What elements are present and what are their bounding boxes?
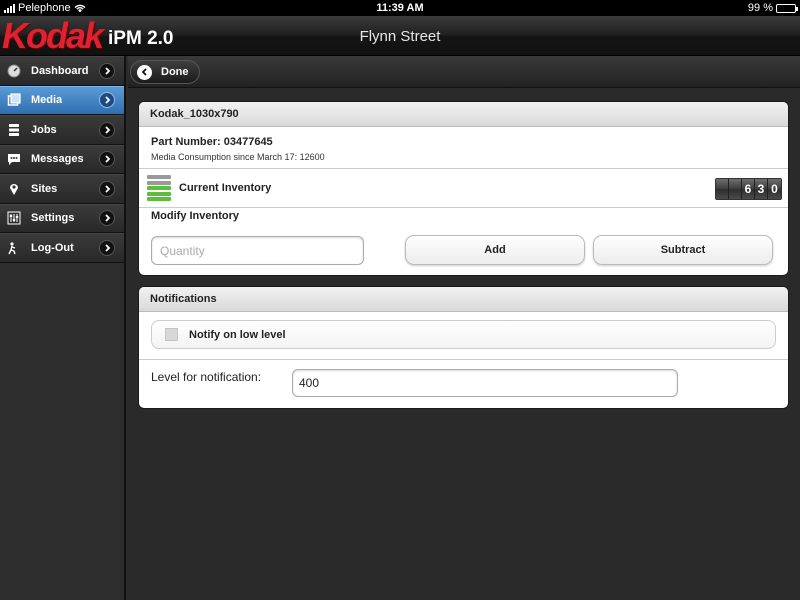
part-info: Part Number: 03477645 Media Consumption … xyxy=(139,127,788,169)
notify-row: Notify on low level xyxy=(139,312,788,360)
counter-digit: 6 xyxy=(742,179,755,199)
logout-icon xyxy=(7,241,21,255)
media-consumption: Media Consumption since March 17: 12600 xyxy=(151,152,325,162)
sidebar-item-log-out[interactable]: Log-Out xyxy=(0,233,124,263)
sidebar-item-label: Media xyxy=(31,94,63,107)
sidebar-item-label: Log-Out xyxy=(31,241,74,254)
chevron-right-icon xyxy=(99,210,115,227)
chevron-right-icon xyxy=(99,62,115,79)
level-label: Level for notification: xyxy=(151,370,262,384)
sidebar-item-label: Dashboard xyxy=(31,64,89,77)
chevron-left-icon xyxy=(137,64,152,80)
add-button[interactable]: Add xyxy=(405,235,585,265)
inventory-stack-icon xyxy=(147,175,171,201)
battery-group: 99 % xyxy=(747,2,798,14)
page-title: Flynn Street xyxy=(359,28,441,45)
sidebar-item-dashboard[interactable]: Dashboard xyxy=(0,56,124,86)
sidebar-item-settings[interactable]: Settings xyxy=(0,203,124,233)
sites-icon xyxy=(7,182,21,196)
notify-low-level-toggle[interactable]: Notify on low level xyxy=(151,320,776,349)
chevron-right-icon xyxy=(99,92,115,109)
current-inventory-row: Current Inventory 630 xyxy=(139,169,788,208)
app-header: Kodak iPM 2.0 Flynn Street xyxy=(0,16,800,56)
chevron-right-icon xyxy=(99,121,115,138)
inventory-counter: 630 xyxy=(715,178,782,200)
chevron-right-icon xyxy=(99,151,115,168)
notify-low-level-label: Notify on low level xyxy=(189,328,286,341)
counter-digit: 0 xyxy=(768,179,781,199)
sidebar-item-messages[interactable]: Messages xyxy=(0,144,124,174)
sidebar: Dashboard Media Jobs Messages Sites Settings L… xyxy=(0,56,126,600)
sidebar-item-label: Sites xyxy=(31,182,58,195)
sidebar-item-label: Messages xyxy=(31,153,84,166)
level-input[interactable] xyxy=(292,369,678,397)
current-inventory-label: Current Inventory xyxy=(179,182,272,194)
done-button[interactable]: Done xyxy=(130,60,200,84)
status-time: 11:39 AM xyxy=(376,2,424,14)
counter-digit xyxy=(716,179,729,199)
status-bar: Pelephone 11:39 AM 99 % xyxy=(0,0,800,16)
notifications-title: Notifications xyxy=(139,287,788,312)
sidebar-item-media[interactable]: Media xyxy=(0,85,124,115)
dashboard-icon xyxy=(7,64,21,78)
level-row: Level for notification: xyxy=(139,360,788,405)
sidebar-item-sites[interactable]: Sites xyxy=(0,174,124,204)
media-panel: Kodak_1030x790 Part Number: 03477645 Med… xyxy=(138,101,789,276)
chevron-right-icon xyxy=(99,180,115,197)
sidebar-item-label: Jobs xyxy=(31,123,57,136)
messages-icon xyxy=(7,152,21,166)
main-content: Kodak_1030x790 Part Number: 03477645 Med… xyxy=(128,89,800,600)
chevron-right-icon xyxy=(99,239,115,256)
counter-digit xyxy=(729,179,742,199)
battery-icon xyxy=(776,3,798,13)
notify-checkbox[interactable] xyxy=(165,328,178,341)
settings-icon xyxy=(7,211,21,225)
modify-inventory-title: Modify Inventory xyxy=(151,210,240,222)
quantity-input[interactable] xyxy=(151,236,364,265)
counter-digit: 3 xyxy=(755,179,768,199)
notifications-panel: Notifications Notify on low level Level … xyxy=(138,286,789,409)
sidebar-item-jobs[interactable]: Jobs xyxy=(0,115,124,145)
jobs-icon xyxy=(7,123,21,137)
battery-percent: 99 % xyxy=(747,2,773,14)
media-icon xyxy=(7,93,21,107)
toolbar: Done xyxy=(128,56,800,88)
done-label: Done xyxy=(161,66,189,78)
subtract-button[interactable]: Subtract xyxy=(593,235,773,265)
sidebar-item-label: Settings xyxy=(31,212,75,225)
media-panel-title: Kodak_1030x790 xyxy=(139,102,788,127)
part-number: Part Number: 03477645 xyxy=(151,136,273,148)
